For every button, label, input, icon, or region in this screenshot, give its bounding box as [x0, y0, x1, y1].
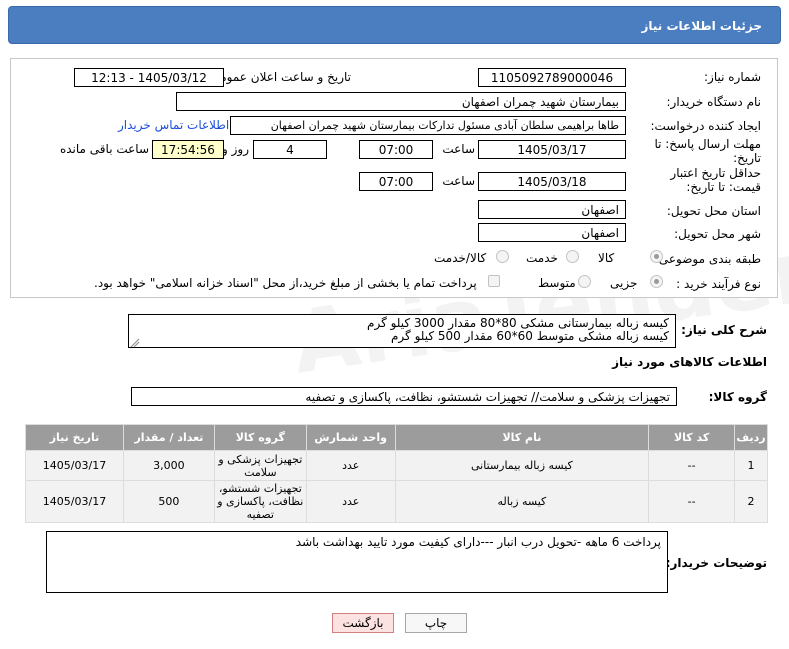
print-button[interactable]: چاپ [405, 613, 467, 633]
description-label: شرح کلی نیاز: [681, 323, 767, 337]
buyer-contact-link[interactable]: اطلاعات تماس خریدار [118, 118, 229, 132]
days-field: 4 [253, 140, 327, 159]
buyer-org-field: بیمارستان شهید چمران اصفهان [176, 92, 626, 111]
creator-field: طاها براهیمی سلطان آبادی مسئول تدارکات ب… [230, 116, 626, 135]
page-title: جزئیات اطلاعات نیاز [641, 19, 762, 33]
city-label: شهر محل تحویل: [674, 227, 761, 241]
treasury-checkbox[interactable] [488, 275, 500, 287]
back-button[interactable]: بازگشت [332, 613, 394, 633]
cell-unit: عدد [305, 480, 396, 523]
goods-section-title: اطلاعات کالاهای مورد نیاز [612, 355, 767, 369]
need-number-label: شماره نیاز: [704, 70, 761, 84]
process-radio-minor[interactable] [650, 275, 663, 288]
deadline-time-label: ساعت [442, 142, 475, 156]
remaining-label: ساعت باقی مانده [59, 142, 149, 156]
notes-textarea[interactable]: پرداخت 6 ماهه -تحویل درب انبار ---دارای … [46, 531, 668, 593]
cell-group: تجهیزات پزشکی و سلامت [213, 450, 307, 481]
remaining-time-field: 17:54:56 [152, 140, 224, 159]
announce-field: 1405/03/12 - 12:13 [74, 68, 224, 87]
goods-group-label: گروه کالا: [708, 390, 767, 404]
cell-code: -- [648, 450, 736, 481]
page-header: جزئیات اطلاعات نیاز [8, 6, 781, 44]
cell-row: 1 [734, 450, 768, 481]
cell-qty: 3,000 [123, 450, 215, 481]
table-row: 1 -- کیسه زباله بیمارستانی عدد تجهیزات پ… [25, 450, 768, 481]
deadline-date-field: 1405/03/17 [478, 140, 626, 159]
cell-date: 1405/03/17 [25, 450, 124, 481]
category-service-text: خدمت [526, 251, 558, 265]
col-header-date: تاریخ نیاز [25, 424, 124, 451]
category-goods-service-text: کالا/خدمت [434, 251, 487, 265]
cell-row: 2 [734, 480, 768, 523]
cell-name: کیسه زباله [394, 480, 650, 523]
col-header-unit: واحد شمارش [305, 424, 396, 451]
validity-label: حداقل تاریخ اعتبار قیمت: تا تاریخ: [670, 166, 761, 194]
goods-group-field: تجهیزات پزشکی و سلامت// تجهیزات شستشو، ن… [131, 387, 677, 406]
process-label: نوع فرآیند خرید : [676, 277, 761, 291]
col-header-group: گروه کالا [213, 424, 307, 451]
items-table: ردیف کد کالا نام کالا واحد شمارش گروه کا… [25, 424, 768, 523]
cell-name: کیسه زباله بیمارستانی [394, 450, 650, 481]
col-header-code: کد کالا [648, 424, 736, 451]
col-header-name: نام کالا [394, 424, 650, 451]
process-medium-text: متوسط [538, 276, 576, 290]
city-field: اصفهان [478, 223, 626, 242]
province-field: اصفهان [478, 200, 626, 219]
days-label: روز و [222, 142, 249, 156]
category-radio-goods[interactable] [650, 250, 663, 263]
description-textarea[interactable]: کیسه زباله بیمارستانی مشکی 80*80 مقدار 3… [128, 314, 676, 348]
category-radio-goods-service[interactable] [496, 250, 509, 263]
category-goods-text: کالا [598, 251, 615, 265]
deadline-label: مهلت ارسال پاسخ: تا تاریخ: [654, 137, 761, 165]
cell-unit: عدد [305, 450, 396, 481]
creator-label: ایجاد کننده درخواست: [650, 119, 761, 133]
cell-code: -- [648, 480, 736, 523]
process-minor-text: جزیی [610, 276, 638, 290]
announce-label: تاریخ و ساعت اعلان عمومی: [206, 70, 351, 84]
cell-date: 1405/03/17 [25, 480, 124, 523]
table-row: 2 -- کیسه زباله عدد تجهیزات شستشو، نظافت… [25, 480, 768, 523]
notes-label: توضیحات خریدار: [665, 556, 767, 570]
validity-time-label: ساعت [442, 174, 475, 188]
table-header-row: ردیف کد کالا نام کالا واحد شمارش گروه کا… [25, 424, 768, 451]
need-number-field: 1105092789000046 [478, 68, 626, 87]
col-header-row: ردیف [734, 424, 768, 451]
buyer-org-label: نام دستگاه خریدار: [666, 95, 762, 109]
process-radio-medium[interactable] [578, 275, 591, 288]
validity-date-field: 1405/03/18 [478, 172, 626, 191]
resize-grip-icon[interactable] [130, 338, 140, 348]
cell-group: تجهیزات شستشو، نظافت، پاکسازی و تصفیه [213, 480, 307, 523]
category-radio-service[interactable] [566, 250, 579, 263]
category-label: طبقه بندی موضوعی: [654, 252, 761, 266]
validity-time-field: 07:00 [359, 172, 433, 191]
description-line-2: کیسه زباله مشکی متوسط 60*60 مقدار 500 کی… [390, 329, 669, 343]
deadline-time-field: 07:00 [359, 140, 433, 159]
cell-qty: 500 [123, 480, 215, 523]
province-label: استان محل تحویل: [666, 204, 761, 218]
col-header-qty: تعداد / مقدار [123, 424, 215, 451]
payment-note: پرداخت تمام یا بخشی از مبلغ خرید،از محل … [94, 276, 477, 290]
